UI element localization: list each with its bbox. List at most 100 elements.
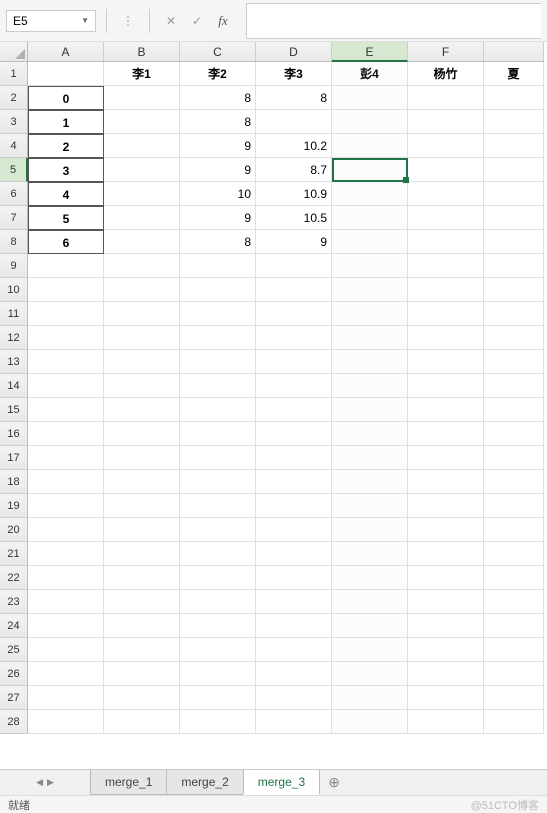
cell[interactable] bbox=[256, 278, 332, 302]
cell[interactable] bbox=[28, 518, 104, 542]
cell[interactable] bbox=[28, 422, 104, 446]
cell[interactable] bbox=[180, 566, 256, 590]
cell[interactable] bbox=[104, 614, 180, 638]
cell[interactable]: 10.2 bbox=[256, 134, 332, 158]
cell[interactable] bbox=[180, 254, 256, 278]
cell[interactable]: 8.7 bbox=[256, 158, 332, 182]
chevron-down-icon[interactable]: ▼ bbox=[81, 16, 89, 25]
cell[interactable]: 8 bbox=[256, 86, 332, 110]
cell[interactable] bbox=[408, 422, 484, 446]
col-header-D[interactable]: D bbox=[256, 42, 332, 62]
cell[interactable] bbox=[180, 590, 256, 614]
row-header-21[interactable]: 21 bbox=[0, 542, 28, 566]
cell[interactable] bbox=[484, 302, 544, 326]
nav-prev-icon[interactable]: ◀ bbox=[36, 777, 43, 788]
cell[interactable]: 1 bbox=[28, 110, 104, 134]
cell[interactable] bbox=[408, 614, 484, 638]
cell[interactable] bbox=[104, 206, 180, 230]
row-header-25[interactable]: 25 bbox=[0, 638, 28, 662]
cell[interactable] bbox=[332, 518, 408, 542]
cell[interactable] bbox=[256, 662, 332, 686]
cell[interactable] bbox=[104, 686, 180, 710]
cell[interactable] bbox=[332, 710, 408, 734]
cell[interactable] bbox=[28, 350, 104, 374]
cell[interactable] bbox=[256, 446, 332, 470]
row-header-14[interactable]: 14 bbox=[0, 374, 28, 398]
cell[interactable] bbox=[104, 494, 180, 518]
row-header-13[interactable]: 13 bbox=[0, 350, 28, 374]
cell[interactable] bbox=[104, 590, 180, 614]
cell[interactable] bbox=[28, 398, 104, 422]
row-header-9[interactable]: 9 bbox=[0, 254, 28, 278]
cell[interactable] bbox=[408, 86, 484, 110]
cell[interactable]: 10 bbox=[180, 182, 256, 206]
row-header-7[interactable]: 7 bbox=[0, 206, 28, 230]
cell[interactable]: 李3 bbox=[256, 62, 332, 86]
cell[interactable] bbox=[408, 374, 484, 398]
cell[interactable] bbox=[180, 422, 256, 446]
cell[interactable] bbox=[180, 350, 256, 374]
add-sheet-icon[interactable]: ⊕ bbox=[319, 770, 349, 795]
cell[interactable] bbox=[256, 470, 332, 494]
cell[interactable] bbox=[180, 326, 256, 350]
spreadsheet-grid[interactable]: A B C D E F 1234567891011121314151617181… bbox=[0, 42, 547, 750]
cell[interactable] bbox=[104, 278, 180, 302]
row-header-26[interactable]: 26 bbox=[0, 662, 28, 686]
cell[interactable] bbox=[28, 494, 104, 518]
cell[interactable] bbox=[332, 326, 408, 350]
cell[interactable] bbox=[180, 614, 256, 638]
cell[interactable] bbox=[332, 182, 408, 206]
cell[interactable] bbox=[408, 158, 484, 182]
cell[interactable] bbox=[408, 446, 484, 470]
cell[interactable] bbox=[180, 710, 256, 734]
cell[interactable] bbox=[104, 710, 180, 734]
cell[interactable] bbox=[104, 470, 180, 494]
cell[interactable] bbox=[408, 710, 484, 734]
row-header-22[interactable]: 22 bbox=[0, 566, 28, 590]
cell[interactable] bbox=[332, 566, 408, 590]
cell[interactable] bbox=[332, 662, 408, 686]
cell[interactable]: 10.5 bbox=[256, 206, 332, 230]
cells-area[interactable]: 李1 李2 李3 彭4 杨竹 夏 088182910.2398.741010.9… bbox=[28, 62, 547, 734]
cell[interactable] bbox=[332, 494, 408, 518]
cell[interactable] bbox=[104, 134, 180, 158]
cell[interactable] bbox=[332, 278, 408, 302]
cell[interactable]: 李1 bbox=[104, 62, 180, 86]
cell[interactable] bbox=[332, 590, 408, 614]
cell[interactable] bbox=[104, 350, 180, 374]
cell[interactable] bbox=[104, 422, 180, 446]
cell[interactable] bbox=[332, 302, 408, 326]
cell[interactable] bbox=[104, 302, 180, 326]
cell[interactable] bbox=[256, 326, 332, 350]
cell[interactable] bbox=[332, 134, 408, 158]
row-header-23[interactable]: 23 bbox=[0, 590, 28, 614]
tab-nav-buttons[interactable]: ◀ ▶ bbox=[0, 770, 90, 795]
cell[interactable] bbox=[408, 230, 484, 254]
cancel-icon[interactable]: ✕ bbox=[160, 10, 182, 32]
cell[interactable] bbox=[484, 254, 544, 278]
row-header-4[interactable]: 4 bbox=[0, 134, 28, 158]
cell[interactable]: 9 bbox=[180, 134, 256, 158]
cell[interactable] bbox=[180, 398, 256, 422]
cell[interactable] bbox=[484, 638, 544, 662]
cell[interactable] bbox=[408, 398, 484, 422]
row-header-27[interactable]: 27 bbox=[0, 686, 28, 710]
cell[interactable] bbox=[28, 470, 104, 494]
cell[interactable] bbox=[104, 110, 180, 134]
cell[interactable] bbox=[104, 182, 180, 206]
cell[interactable] bbox=[104, 374, 180, 398]
cell[interactable] bbox=[28, 662, 104, 686]
cell[interactable] bbox=[256, 374, 332, 398]
cell[interactable] bbox=[180, 638, 256, 662]
cell[interactable] bbox=[28, 374, 104, 398]
cell[interactable] bbox=[28, 278, 104, 302]
cell[interactable] bbox=[332, 86, 408, 110]
row-header-1[interactable]: 1 bbox=[0, 62, 28, 86]
cell[interactable] bbox=[408, 134, 484, 158]
cell[interactable] bbox=[408, 686, 484, 710]
cell[interactable] bbox=[484, 566, 544, 590]
cell[interactable] bbox=[104, 638, 180, 662]
cell[interactable] bbox=[28, 446, 104, 470]
cell[interactable] bbox=[484, 686, 544, 710]
cell[interactable] bbox=[332, 206, 408, 230]
